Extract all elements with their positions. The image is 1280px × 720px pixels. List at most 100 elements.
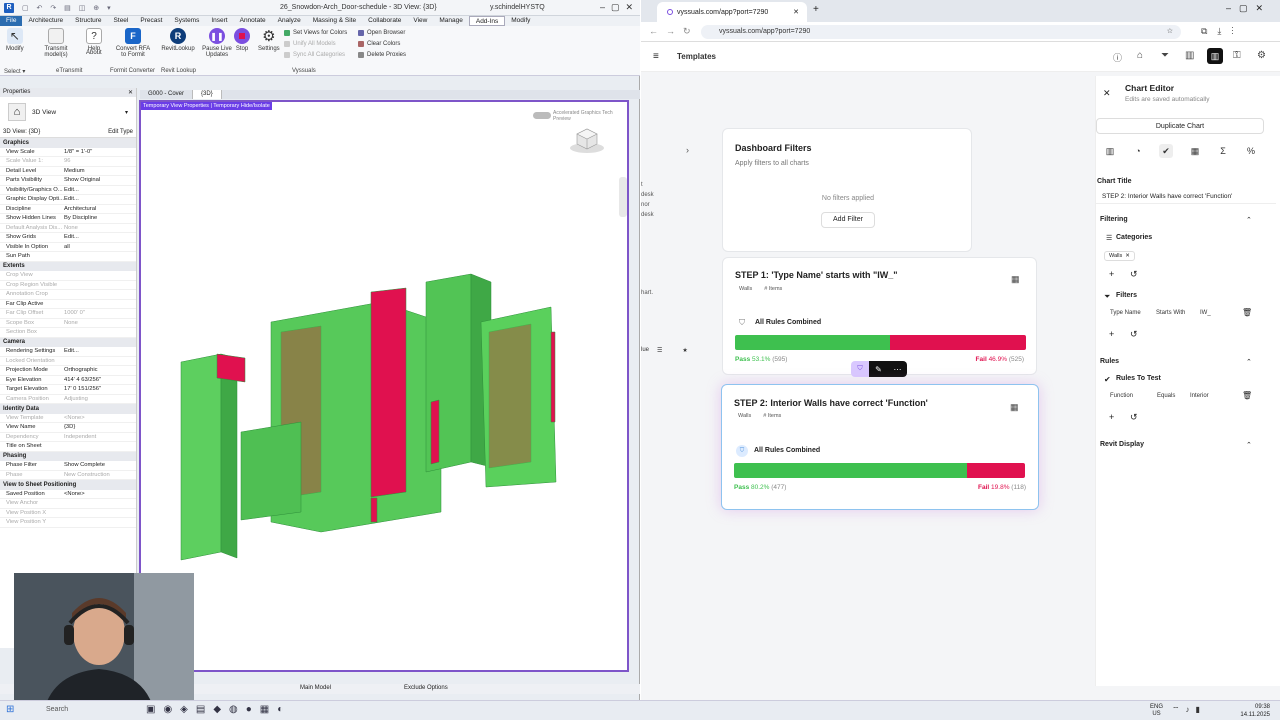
reset-category-icon[interactable]: ↺ (1130, 269, 1138, 280)
menu-item-analyze[interactable]: Analyze (272, 16, 307, 26)
property-value[interactable]: 414' 4 63/256" (64, 377, 136, 383)
property-value[interactable]: 96 (64, 158, 136, 164)
gear-icon[interactable]: ⚙ (1257, 50, 1266, 61)
property-group-header[interactable]: Phasing (0, 451, 136, 461)
property-row[interactable]: Far Clip Active (0, 300, 136, 309)
property-value[interactable]: None (64, 225, 136, 231)
menu-item-insert[interactable]: Insert (205, 16, 233, 26)
property-group-header[interactable]: Extents (0, 261, 136, 271)
property-row[interactable]: Scale Value 1: 96 (0, 157, 136, 167)
rule-field-select[interactable]: Function (1110, 393, 1133, 399)
menu-item-modify[interactable]: Modify (505, 16, 536, 26)
menu-item-systems[interactable]: Systems (168, 16, 205, 26)
revit-display-section[interactable]: Revit Display (1100, 441, 1144, 448)
delete-proxies-button[interactable]: Delete Proxies (358, 52, 406, 58)
open-browser-button[interactable]: Open Browser (358, 30, 405, 36)
drag-icon[interactable]: ⛉ (851, 361, 869, 377)
step1-pass-segment[interactable] (735, 335, 890, 350)
filter-lines-icon[interactable]: ☰ (657, 347, 662, 354)
add-filter-icon[interactable]: + (1109, 329, 1114, 339)
step1-fail-segment[interactable] (889, 335, 1026, 350)
property-row[interactable]: Crop View (0, 271, 136, 281)
property-row[interactable]: View Name {3D} (0, 423, 136, 433)
menu-item-steel[interactable]: Steel (108, 16, 135, 26)
menu-item-view[interactable]: View (407, 16, 433, 26)
group-select[interactable]: Select ▾ (4, 68, 25, 75)
remove-chip-icon[interactable]: ✕ (1125, 252, 1130, 260)
property-row[interactable]: Phase New Construction (0, 471, 136, 480)
step1-pass-fail-bar[interactable] (735, 335, 1026, 350)
property-value[interactable]: Edit... (64, 348, 136, 354)
property-row[interactable]: Sun Path (0, 252, 136, 262)
layout-icon[interactable]: ▥ (1185, 50, 1194, 61)
property-value[interactable]: Medium (64, 168, 136, 174)
chart-title-input[interactable]: STEP 2: Interior Walls have correct 'Fun… (1096, 189, 1276, 204)
property-value[interactable]: <None> (64, 491, 136, 497)
tray-icons[interactable]: ⌔♪▮ (1172, 705, 1206, 715)
property-row[interactable]: Visible In Option all (0, 243, 136, 252)
accelerated-graphics-toggle[interactable] (533, 112, 551, 119)
filter-icon[interactable]: ⏷ (1161, 50, 1169, 61)
step2-pass-segment[interactable] (734, 463, 968, 478)
chart-card-step1[interactable]: STEP 1: 'Type Name' starts with "IW_" Wa… (722, 257, 1037, 375)
property-group-header[interactable]: Graphics (0, 138, 136, 148)
property-row[interactable]: Target Elevation 17' 0 151/256" (0, 385, 136, 395)
property-row[interactable]: Section Box (0, 328, 136, 338)
property-row[interactable]: View Position X (0, 509, 136, 518)
property-row[interactable]: Annotation Crop (0, 290, 136, 300)
unify-models-button[interactable]: Unify All Models (284, 41, 336, 47)
menu-item-annotate[interactable]: Annotate (234, 16, 272, 26)
language-indicator[interactable]: ENG US (1150, 704, 1163, 718)
edit-type-button[interactable]: Edit Type (108, 129, 133, 135)
revitlookup-button[interactable]: R RevitLookup (158, 28, 198, 52)
menu-item-precast[interactable]: Precast (134, 16, 168, 26)
table-icon[interactable]: ▦ (1011, 274, 1020, 285)
property-row[interactable]: Detail Level Medium (0, 167, 136, 176)
property-row[interactable]: Projection Mode Orthographic (0, 366, 136, 376)
clock[interactable]: 09:38 14.11.2025 (1236, 703, 1270, 719)
pie-chart-icon[interactable]: ◔ (1131, 144, 1145, 158)
property-value[interactable]: By Discipline (64, 215, 136, 221)
step2-pass-fail-bar[interactable] (734, 463, 1025, 478)
stop-button[interactable]: Stop (234, 28, 250, 52)
property-row[interactable]: Crop Region Visible (0, 281, 136, 290)
clear-colors-button[interactable]: Clear Colors (358, 41, 400, 47)
property-row[interactable]: Eye Elevation 414' 4 63/256" (0, 376, 136, 385)
new-tab-icon[interactable]: + (813, 4, 819, 15)
3d-viewport[interactable]: Temporary View Properties | Temporary Hi… (139, 100, 629, 672)
instance-selector[interactable]: 3D View: {3D} Edit Type (0, 127, 136, 138)
windows-start-icon[interactable]: ⊞ (6, 704, 14, 715)
percent-icon[interactable]: % (1244, 144, 1258, 158)
menu-icon[interactable]: ≡ (653, 51, 659, 62)
add-rule-icon[interactable]: + (1109, 412, 1114, 422)
property-row[interactable]: Rendering Settings Edit... (0, 347, 136, 357)
lock-icon[interactable]: ⚿ (1233, 50, 1241, 61)
sync-categories-button[interactable]: Sync All Categories (284, 52, 345, 58)
exclude-options-label[interactable]: Exclude Options (404, 685, 448, 691)
property-group-header[interactable]: View to Sheet Positioning (0, 480, 136, 490)
property-row[interactable]: Camera Position Adjusting (0, 395, 136, 404)
property-row[interactable]: Dependency Independent (0, 433, 136, 442)
category-chip-walls[interactable]: Walls ✕ (1104, 251, 1135, 261)
about-button[interactable]: About (86, 50, 102, 56)
property-value[interactable]: Edit... (64, 234, 136, 240)
property-row[interactable]: Visibility/Graphics O... Edit... (0, 186, 136, 195)
browser-tab[interactable]: vyssuals.com/app?port=7290 ✕ (657, 2, 807, 22)
filter-field-select[interactable]: Type Name (1110, 310, 1141, 316)
property-row[interactable]: Show Grids Edit... (0, 233, 136, 243)
property-row[interactable]: View Template <None> (0, 414, 136, 423)
trash-icon[interactable]: 🗑 (1242, 308, 1252, 317)
property-value[interactable]: Show Complete (64, 462, 136, 468)
property-row[interactable]: Far Clip Offset 1000' 0" (0, 309, 136, 319)
more-icon[interactable]: ⋯ (888, 361, 907, 377)
close-icon[interactable]: ✕ (128, 89, 133, 96)
star-icon[interactable]: ☆ (1167, 25, 1173, 39)
close-editor-icon[interactable]: ✕ (1103, 88, 1111, 99)
reset-rule-icon[interactable]: ↺ (1130, 412, 1138, 423)
step2-fail-segment[interactable] (967, 463, 1025, 478)
filtering-section[interactable]: Filtering (1100, 216, 1128, 223)
table-icon[interactable]: ▦ (1010, 402, 1019, 413)
property-row[interactable]: Parts Visibility Show Original (0, 176, 136, 186)
revit-user[interactable]: y.schindelHYSTQ (490, 4, 545, 11)
chevron-updown-icon[interactable]: ⌃ (1246, 441, 1252, 449)
